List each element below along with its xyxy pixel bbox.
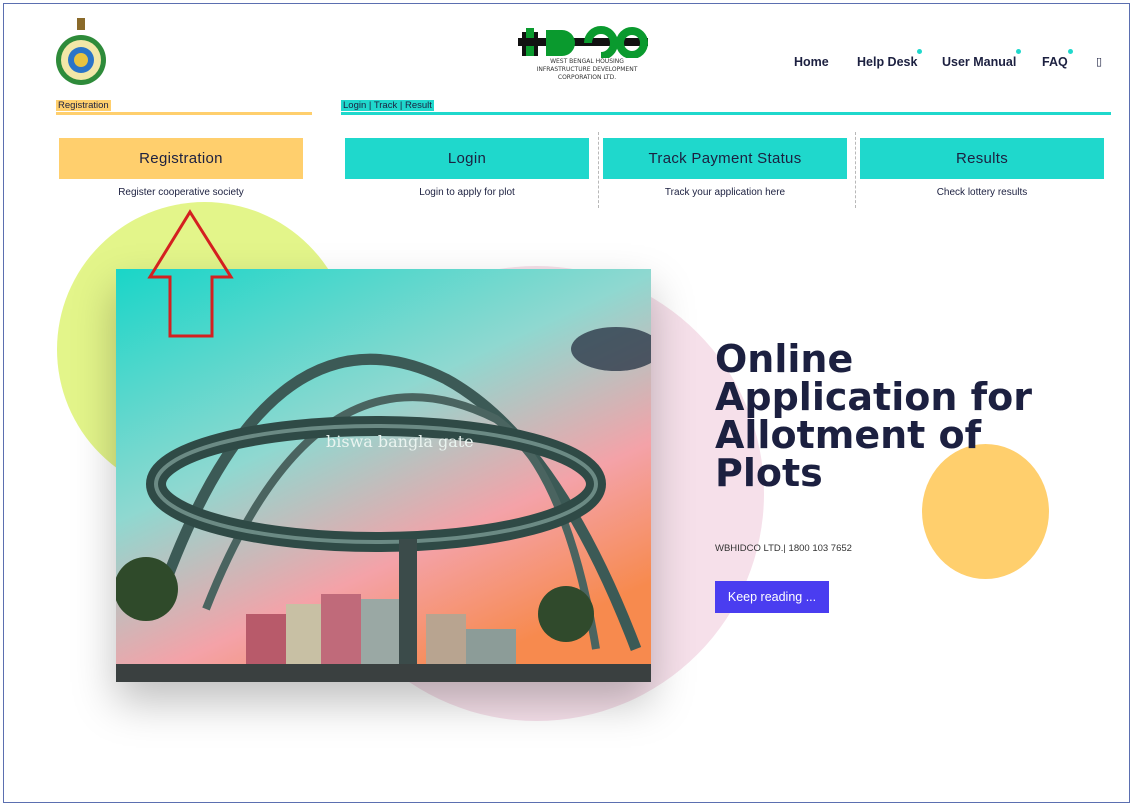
- registration-button[interactable]: Registration: [59, 138, 303, 179]
- track-payment-button[interactable]: Track Payment Status: [603, 138, 847, 179]
- nav-user-manual-label: User Manual: [942, 55, 1017, 69]
- logo-line-2: INFRASTRUCTURE DEVELOPMENT: [536, 66, 638, 73]
- tab-registration-underline: [56, 112, 312, 115]
- menu-icon[interactable]: ▯: [1096, 55, 1102, 68]
- page-frame: WEST BENGAL HOUSING INFRASTRUCTURE DEVEL…: [3, 3, 1130, 803]
- card-divider: [598, 132, 599, 208]
- nav-user-manual[interactable]: User Manual: [942, 49, 1022, 69]
- login-description: Login to apply for plot: [419, 187, 515, 198]
- tab-registration-label: Registration: [56, 100, 111, 111]
- results-description: Check lottery results: [936, 187, 1028, 198]
- hidco-logo: WEST BENGAL HOUSING INFRASTRUCTURE DEVEL…: [512, 26, 662, 96]
- nav-dot-icon: [1067, 49, 1073, 54]
- card-divider: [855, 132, 856, 208]
- up-arrow-icon: [146, 209, 234, 339]
- card-registration: Registration Register cooperative societ…: [59, 138, 303, 198]
- nav-home-label: Home: [794, 55, 829, 69]
- menu-glyph: ▯: [1096, 56, 1103, 68]
- gate-sign-text: biswa bangla gate: [326, 432, 474, 451]
- login-button[interactable]: Login: [345, 138, 589, 179]
- nav-help-desk-label: Help Desk: [857, 55, 918, 69]
- card-login: Login Login to apply for plot: [345, 138, 589, 198]
- hero-subtitle: WBHIDCO LTD.| 1800 103 7652: [715, 543, 852, 554]
- state-emblem-icon: [52, 16, 110, 88]
- nav-dot-icon: [1016, 49, 1022, 54]
- nav-faq-label: FAQ: [1042, 55, 1068, 69]
- results-button[interactable]: Results: [860, 138, 1104, 179]
- registration-description: Register cooperative society: [118, 187, 244, 198]
- tab-login-track-result-underline: [341, 112, 1111, 115]
- card-results: Results Check lottery results: [860, 138, 1104, 198]
- nav-faq[interactable]: FAQ: [1042, 49, 1073, 69]
- nav-home[interactable]: Home: [794, 55, 829, 69]
- logo-line-3: CORPORATION LTD.: [557, 74, 617, 81]
- tab-login-track-result[interactable]: Login | Track | Result: [341, 100, 1111, 115]
- logo-line-1: WEST BENGAL HOUSING: [550, 58, 624, 65]
- nav-dot-icon: [917, 49, 923, 54]
- card-track-payment: Track Payment Status Track your applicat…: [603, 138, 847, 198]
- keep-reading-button[interactable]: Keep reading ...: [715, 581, 829, 613]
- tab-login-track-result-label: Login | Track | Result: [341, 100, 434, 111]
- logo-text: WEST BENGAL HOUSING INFRASTRUCTURE DEVEL…: [512, 58, 662, 82]
- track-payment-description: Track your application here: [664, 187, 786, 198]
- nav-help-desk[interactable]: Help Desk: [857, 49, 923, 69]
- tab-registration[interactable]: Registration: [56, 100, 312, 115]
- hero-title: Online Application for Allotment of Plot…: [715, 337, 1032, 495]
